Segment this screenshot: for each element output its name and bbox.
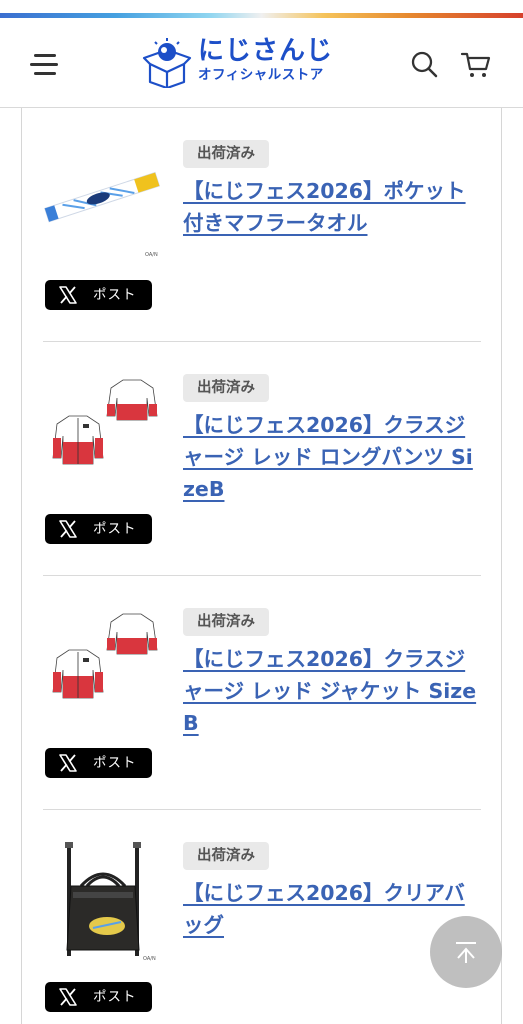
menu-icon <box>34 54 56 57</box>
x-post-button[interactable]: ポスト <box>45 982 152 1012</box>
status-badge: 出荷済み <box>183 374 269 402</box>
item-title-link[interactable]: 【にじフェス2026】ポケット付きマフラータオル <box>183 175 483 239</box>
x-logo-icon <box>59 754 77 772</box>
divider <box>43 575 481 576</box>
cart-button[interactable] <box>460 50 492 80</box>
jersey-image <box>52 379 158 465</box>
x-logo-icon <box>59 286 77 304</box>
post-label: ポスト <box>93 989 137 1005</box>
search-button[interactable] <box>410 50 440 80</box>
x-logo-icon <box>59 988 77 1006</box>
item-title-link[interactable]: 【にじフェス2026】クラスジャージ レッド ジャケット SizeB <box>183 643 483 739</box>
svg-text:OA/N: OA/N <box>143 956 156 962</box>
menu-icon-line <box>30 63 58 66</box>
x-post-button[interactable]: ポスト <box>45 514 152 544</box>
svg-text:OA/N: OA/N <box>145 252 158 258</box>
chevron-up-icon <box>456 942 476 963</box>
post-label: ポスト <box>93 755 137 771</box>
top-accent-bar <box>0 0 523 18</box>
scroll-to-top-button[interactable] <box>430 916 502 988</box>
status-badge: 出荷済み <box>183 842 269 870</box>
post-label: ポスト <box>93 287 137 303</box>
search-icon <box>411 51 438 78</box>
cart-icon <box>460 52 491 77</box>
jersey-image <box>52 613 158 699</box>
menu-button[interactable] <box>30 52 60 76</box>
x-logo-icon <box>59 520 77 538</box>
order-items-card: OA/N ポスト 出荷済み 【にじフェス2026】ポケット付きマフラータオル ポ… <box>21 108 502 1024</box>
muffler-towel-image: OA/N <box>44 171 161 258</box>
logo-sub-text: オフィシャルストア <box>198 67 324 83</box>
clear-bag-image: OA/N <box>65 842 156 962</box>
divider <box>43 341 481 342</box>
post-label: ポスト <box>93 521 137 537</box>
menu-icon-line <box>34 72 56 75</box>
item-title-link[interactable]: 【にじフェス2026】クラスジャージ レッド ロングパンツ SizeB <box>183 409 483 505</box>
logo-box-icon <box>142 38 192 88</box>
x-post-button[interactable]: ポスト <box>45 748 152 778</box>
x-post-button[interactable]: ポスト <box>45 280 152 310</box>
status-badge: 出荷済み <box>183 140 269 168</box>
status-badge: 出荷済み <box>183 608 269 636</box>
site-header: にじさんじ オフィシャルストア <box>0 18 523 108</box>
store-logo[interactable]: にじさんじ オフィシャルストア <box>142 32 354 92</box>
logo-main-text: にじさんじ <box>198 36 334 66</box>
divider <box>43 809 481 810</box>
